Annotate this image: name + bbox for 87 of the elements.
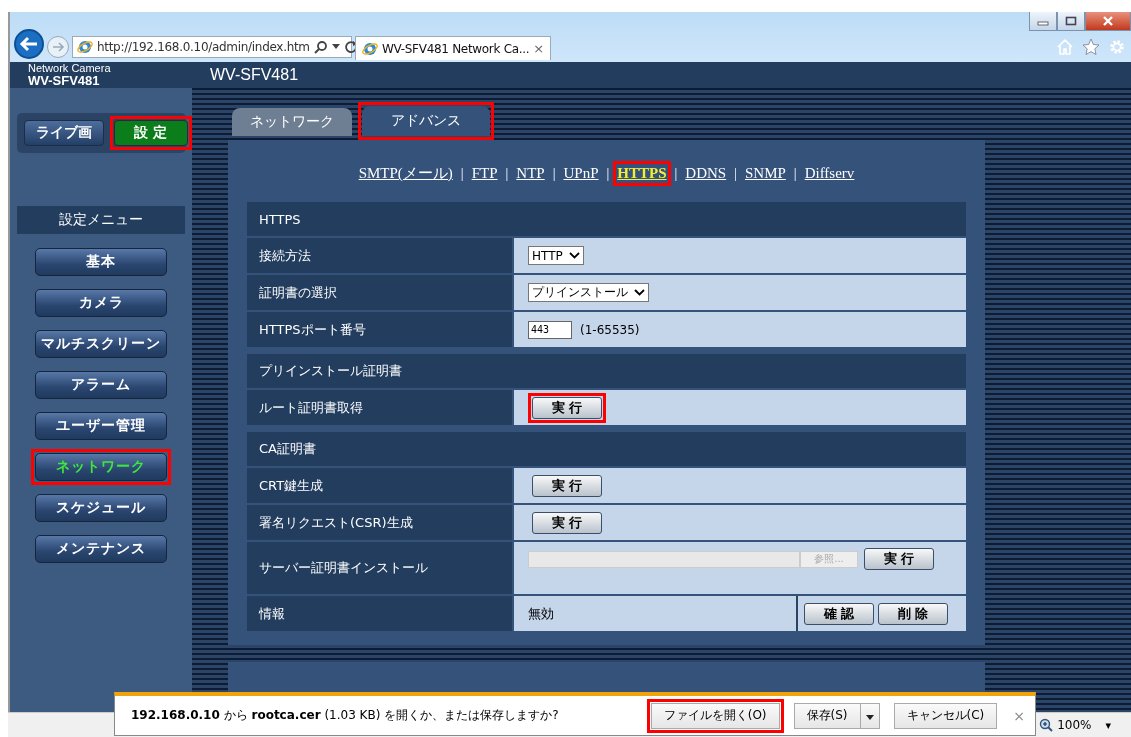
section-header: CA証明書: [247, 432, 966, 466]
menu-button[interactable]: カメラ: [35, 289, 167, 317]
field-label: 情報: [247, 596, 512, 631]
link-separator: |: [793, 165, 797, 182]
caret-icon: [331, 44, 340, 50]
link-separator: |: [674, 165, 678, 182]
close-button[interactable]: [1085, 12, 1131, 31]
page-title: WV-SFV481: [209, 66, 299, 84]
mode-button[interactable]: ライブ画: [23, 120, 104, 146]
file-path-field[interactable]: [528, 550, 800, 568]
dropdown[interactable]: HTTP: [528, 246, 584, 265]
dropdown[interactable]: プリインストール: [528, 283, 649, 302]
link[interactable]: UPnP: [563, 165, 599, 182]
globe-icon: [362, 40, 378, 57]
menu-title: 設定メニュー: [17, 206, 185, 234]
search-icon: [313, 40, 328, 54]
menu-button[interactable]: 基本: [35, 248, 167, 276]
port-field[interactable]: 443: [528, 320, 572, 339]
download-message: 192.168.0.10 から rootca.cer (1.03 KB) を開くか、または保存しますか?: [131, 707, 559, 724]
close-button[interactable]: ×: [1013, 707, 1025, 724]
link[interactable]: SNMP: [744, 165, 786, 182]
arrow-left-icon: [19, 36, 39, 52]
maximize-icon: [1065, 16, 1077, 26]
home-icon: [1057, 39, 1073, 55]
dropdown-button[interactable]: [860, 702, 880, 729]
menu-button[interactable]: マルチスクリーン: [35, 330, 167, 358]
tab[interactable]: ネットワーク: [232, 108, 352, 136]
link-separator: |: [552, 165, 556, 182]
address-field[interactable]: http://192.168.0.10/admin/index.htm: [72, 36, 352, 58]
arrow-right-icon: [51, 41, 65, 53]
dropdown-value: プリインストール: [532, 284, 628, 301]
model-name: WV-SFV481: [28, 74, 101, 87]
chevron-down-icon: [634, 289, 645, 296]
maximize-button[interactable]: [1057, 12, 1085, 31]
link-separator: |: [606, 165, 610, 182]
link-separator: |: [505, 165, 509, 182]
field-label: ルート証明書取得: [247, 390, 512, 425]
download-button[interactable]: ファイルを開く(O): [650, 702, 780, 729]
status-text: 無効: [528, 604, 554, 623]
execute-button[interactable]: 実 行: [532, 511, 602, 534]
link[interactable]: NTP: [516, 165, 545, 182]
field-label: サーバー証明書インストール: [247, 542, 512, 594]
address-text: http://192.168.0.10/admin/index.htm: [97, 40, 310, 54]
link[interactable]: HTTPS: [617, 165, 667, 182]
browser-tab[interactable]: WV-SFV481 Network Ca... ×: [355, 36, 551, 60]
link[interactable]: Diffserv: [804, 165, 855, 182]
back-button[interactable]: [14, 29, 44, 59]
dropdown-value: HTTP: [532, 248, 563, 263]
execute-button[interactable]: 実 行: [532, 474, 602, 497]
brand-caption: Network Camera: [28, 63, 112, 74]
link[interactable]: FTP: [471, 165, 498, 182]
star-icon: [1082, 38, 1100, 56]
download-button[interactable]: キャンセル(C): [893, 702, 998, 729]
tab-close-button[interactable]: ×: [533, 41, 545, 56]
link-separator: |: [460, 165, 464, 182]
mode-button[interactable]: 設 定: [113, 120, 188, 146]
zoom-icon: [1039, 718, 1054, 732]
section-header: プリインストール証明書: [247, 354, 966, 388]
caret-icon: [865, 714, 874, 720]
section-header: HTTPS: [247, 202, 966, 236]
field-label: CRT鍵生成: [247, 468, 512, 503]
field-label: HTTPSポート番号: [247, 312, 512, 347]
save-button[interactable]: 保存(S): [793, 702, 861, 729]
menu-button[interactable]: メンテナンス: [35, 535, 167, 563]
menu-button[interactable]: ネットワーク: [35, 453, 167, 481]
tab[interactable]: アドバンス: [362, 106, 490, 136]
menu-button[interactable]: ユーザー管理: [35, 412, 167, 440]
refresh-icon: [343, 40, 358, 54]
execute-button[interactable]: 実 行: [532, 396, 602, 419]
zoom-level[interactable]: 100%: [1057, 718, 1092, 732]
chevron-down-icon: [568, 252, 580, 259]
zoom-caret[interactable]: ▾: [1105, 718, 1111, 732]
execute-button[interactable]: 削 除: [878, 602, 948, 625]
menu-button[interactable]: スケジュール: [35, 494, 167, 522]
execute-button[interactable]: 確 認: [804, 602, 874, 625]
field-label: 署名リクエスト(CSR)生成: [247, 505, 512, 540]
field-label: 証明書の選択: [247, 275, 512, 310]
menu-button[interactable]: アラーム: [35, 371, 167, 399]
link-separator: |: [734, 165, 737, 182]
settings-icon: [1109, 39, 1125, 55]
globe-icon: [77, 39, 93, 55]
field-label: 接続方法: [247, 238, 512, 273]
tab-title: WV-SFV481 Network Ca...: [382, 41, 530, 56]
link[interactable]: SMTP(メール): [358, 164, 453, 183]
range-note: (1-65535): [580, 322, 640, 337]
close-icon: [1102, 16, 1114, 26]
link[interactable]: DDNS: [685, 165, 727, 182]
